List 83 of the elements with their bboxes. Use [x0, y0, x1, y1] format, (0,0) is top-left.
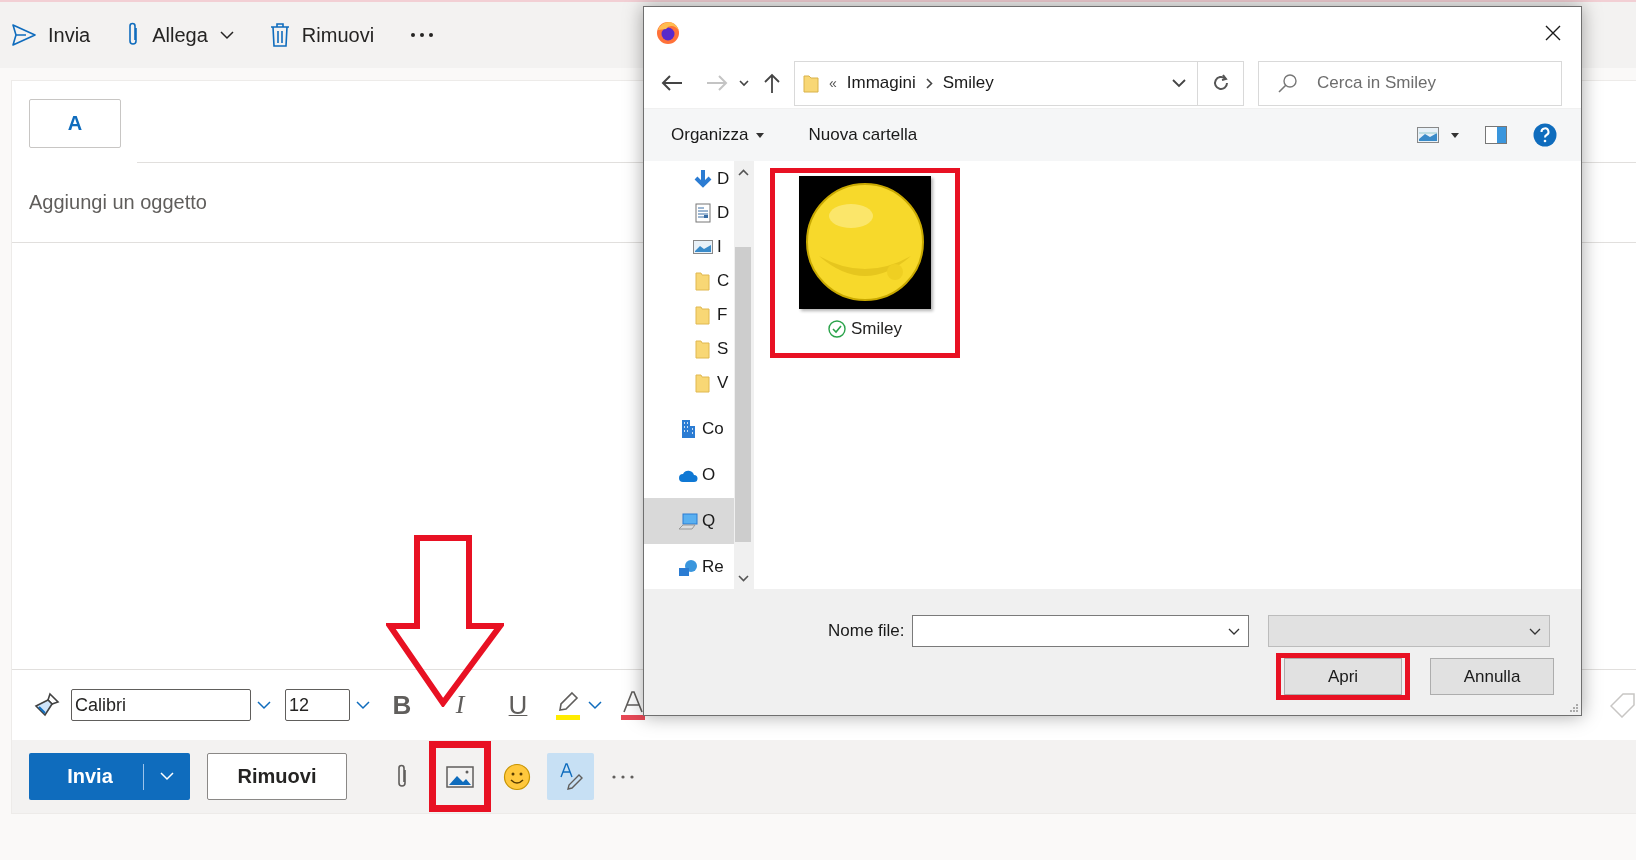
overflow-marker[interactable]: « — [829, 75, 837, 91]
breadcrumb-item[interactable]: Immagini — [846, 73, 916, 93]
toolbar-button[interactable]: Invia — [12, 23, 91, 47]
open-button[interactable]: Apri — [1284, 658, 1402, 695]
chevron-down-icon — [356, 700, 370, 710]
more-icon — [410, 32, 435, 38]
view-icon[interactable] — [1417, 127, 1439, 143]
highlighter-icon[interactable] — [554, 690, 582, 720]
scrollbar[interactable] — [734, 161, 752, 589]
trash-icon — [269, 23, 290, 47]
menu-button[interactable]: Organizza — [671, 125, 765, 145]
toolbar-button[interactable]: Allega — [126, 22, 234, 48]
resize-grip-icon[interactable] — [1569, 703, 1579, 713]
refresh-icon — [1211, 74, 1230, 92]
smiley-icon[interactable] — [503, 762, 531, 791]
font-color-icon[interactable] — [620, 690, 646, 720]
to-button[interactable]: A — [29, 99, 121, 148]
scroll-thumb[interactable] — [735, 247, 751, 542]
chevron-down-icon — [1528, 627, 1541, 635]
caret-icon — [756, 132, 765, 138]
discard-button[interactable]: Rimuovi — [207, 753, 347, 800]
chevron-up-icon[interactable] — [737, 168, 749, 176]
nav-item[interactable]: D — [644, 196, 734, 230]
caret-icon[interactable] — [1451, 132, 1459, 138]
chevron-down-icon[interactable] — [739, 79, 749, 87]
chevron-down-icon — [1227, 627, 1240, 635]
toolbar-button[interactable]: Rimuovi — [269, 23, 375, 47]
file-item[interactable]: Smiley — [775, 173, 955, 353]
format-painter-icon[interactable] — [33, 691, 61, 719]
breadcrumb-item[interactable]: Smiley — [942, 73, 994, 93]
folder-icon — [693, 339, 713, 359]
bold-button[interactable]: B — [376, 689, 428, 721]
download-icon — [693, 169, 713, 189]
browser-logo-icon — [656, 20, 680, 45]
cancel-button[interactable]: Annulla — [1430, 658, 1554, 695]
underline-button[interactable]: U — [492, 689, 544, 721]
up-arrow-icon[interactable] — [764, 73, 780, 93]
toolbar-button[interactable]: Nuova cartella — [808, 125, 918, 145]
chevron-down-icon[interactable] — [737, 574, 749, 582]
nav-item[interactable]: I — [644, 230, 734, 264]
close-icon — [1545, 24, 1561, 41]
field-label: Nome file: — [828, 621, 905, 641]
nav-item[interactable]: V — [644, 366, 734, 400]
chevron-down-icon — [588, 700, 602, 710]
address-bar[interactable]: « Immagini Smiley — [794, 60, 1244, 106]
folder-icon — [693, 373, 713, 393]
search-icon — [1278, 72, 1298, 93]
more-button[interactable] — [410, 32, 435, 38]
editor-button[interactable] — [547, 753, 594, 800]
chevron-down-icon — [257, 700, 271, 710]
nav-item[interactable]: C — [644, 264, 734, 298]
font-field[interactable]: Calibri — [71, 689, 251, 721]
nav-item[interactable]: F — [644, 298, 734, 332]
chevron-right-icon — [925, 77, 933, 89]
font-size-field[interactable]: 12 — [285, 689, 350, 721]
nav-item[interactable]: O — [644, 452, 734, 498]
nav-item[interactable]: D — [644, 162, 734, 196]
folder-icon — [693, 271, 713, 291]
chevron-down-icon — [160, 772, 174, 781]
preview-pane-icon[interactable] — [1485, 126, 1507, 144]
folder-icon — [693, 305, 713, 325]
document-icon — [693, 203, 713, 223]
back-arrow-icon[interactable] — [661, 75, 683, 91]
help-icon[interactable] — [1533, 123, 1557, 147]
folder-icon — [803, 73, 819, 93]
computer-icon — [678, 511, 698, 531]
paperclip-icon[interactable] — [395, 763, 409, 790]
send-button[interactable]: Invia — [29, 753, 190, 800]
file-name-field[interactable] — [911, 615, 1249, 647]
network-icon — [678, 557, 698, 577]
italic-button[interactable]: I — [434, 690, 486, 720]
pictures-icon — [693, 237, 713, 257]
search-field[interactable]: Cerca in Smiley — [1258, 60, 1562, 106]
send-icon — [12, 24, 36, 46]
chevron-down-icon[interactable] — [1172, 78, 1186, 88]
picture-icon — [446, 765, 474, 788]
file-name: Smiley — [851, 319, 902, 339]
more-icon[interactable] — [612, 774, 634, 779]
nav-item[interactable]: S — [644, 332, 734, 366]
nav-item[interactable]: Re — [644, 544, 734, 589]
nav-item[interactable]: Q — [644, 498, 734, 544]
pen-icon — [558, 762, 583, 791]
nav-item[interactable]: Co — [644, 406, 734, 452]
